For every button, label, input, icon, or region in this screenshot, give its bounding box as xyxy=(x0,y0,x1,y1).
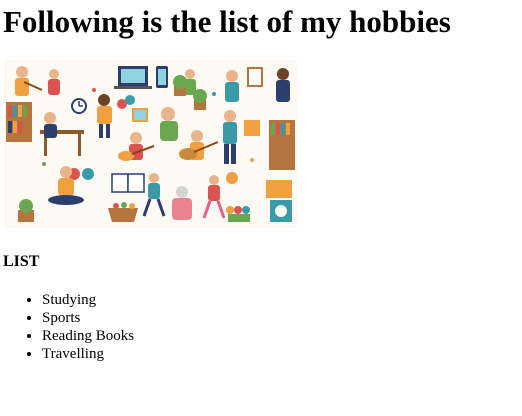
page-title: Following is the list of my hobbies xyxy=(3,4,451,39)
hobbies-illustration xyxy=(4,60,297,228)
hobby-list: Studying Sports Reading Books Travelling xyxy=(0,291,134,363)
list-item: Studying xyxy=(42,291,134,309)
list-item: Reading Books xyxy=(42,327,134,345)
list-heading: LIST xyxy=(3,253,40,270)
list-item: Sports xyxy=(42,309,134,327)
list-item: Travelling xyxy=(42,345,134,363)
